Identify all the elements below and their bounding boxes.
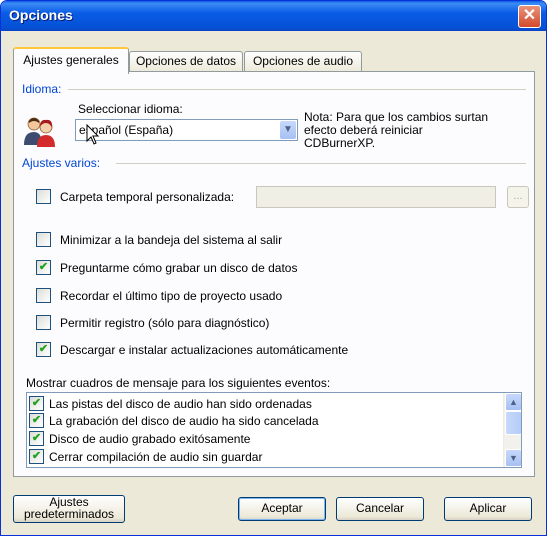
tab-data-options[interactable]: Opciones de datos: [129, 51, 243, 72]
users-icon: [24, 117, 55, 147]
misc-group-divider: [116, 163, 526, 164]
general-settings-panel: Idioma: Seleccionar idioma: español (Esp…: [13, 71, 535, 477]
list-item[interactable]: ✔ Disco de audio grabado exitósamente: [29, 431, 250, 448]
events-label: Mostrar cuadros de mensaje para los sigu…: [26, 376, 331, 390]
restore-defaults-label-line-2: predeterminados: [23, 507, 115, 521]
restart-note-line-3: CDBurnerXP.: [304, 136, 376, 150]
language-group-legend: Idioma:: [22, 82, 66, 96]
temp-folder-checkbox[interactable]: [36, 189, 51, 204]
event-checkbox[interactable]: ✔: [29, 431, 44, 447]
minimize-to-tray-checkbox[interactable]: [36, 232, 51, 247]
auto-update-label[interactable]: Descargar e instalar actualizaciones aut…: [60, 343, 348, 357]
restart-note-line-1: Nota: Para que los cambios surtan: [304, 110, 489, 124]
temp-folder-label: Carpeta temporal personalizada:: [60, 190, 235, 204]
events-scrollbar[interactable]: ▲ ▼: [503, 393, 521, 467]
temp-folder-path-input[interactable]: [256, 186, 496, 208]
language-group-divider: [68, 89, 526, 90]
list-item[interactable]: ✔ La grabación del disco de audio ha sido…: [29, 413, 319, 430]
ok-button[interactable]: Aceptar: [238, 497, 326, 521]
language-select[interactable]: español (España) ▼: [75, 119, 298, 141]
scrollbar-thumb[interactable]: [505, 411, 521, 435]
apply-button[interactable]: Aplicar: [444, 497, 532, 521]
event-checkbox[interactable]: ✔: [29, 413, 44, 429]
restore-defaults-button[interactable]: Ajustes predeterminados: [13, 495, 125, 523]
select-language-label: Seleccionar idioma:: [78, 102, 183, 116]
restart-note-line-2: efecto deberá reiniciar: [304, 123, 423, 137]
browse-folder-button[interactable]: ...: [507, 186, 529, 208]
list-item[interactable]: ✔ Las pistas del disco de audio han sido …: [29, 396, 312, 413]
close-icon: ✕: [522, 7, 537, 24]
ask-burn-data-disc-label[interactable]: Preguntarme cómo grabar un disco de dato…: [60, 261, 297, 275]
window-title: Opciones: [9, 7, 73, 23]
misc-group-legend: Ajustes varios:: [22, 156, 105, 170]
tab-general-settings[interactable]: Ajustes generales: [13, 47, 129, 74]
chevron-up-icon[interactable]: ▲: [505, 393, 521, 411]
remember-project-type-label[interactable]: Recordar el último tipo de proyecto usad…: [60, 289, 282, 303]
event-label: La grabación del disco de audio ha sido …: [49, 413, 319, 428]
remember-project-type-checkbox[interactable]: [36, 288, 51, 303]
allow-logging-label[interactable]: Permitir registro (sólo para diagnóstico…: [60, 316, 269, 330]
ask-burn-data-disc-checkbox[interactable]: ✔: [36, 260, 51, 275]
minimize-to-tray-label[interactable]: Minimizar a la bandeja del sistema al sa…: [60, 233, 282, 247]
event-checkbox[interactable]: ✔: [29, 396, 44, 412]
list-item[interactable]: ✔ Cerrar compilación de audio sin guardar: [29, 449, 262, 466]
event-label: Disco de audio grabado exitósamente: [49, 431, 251, 446]
event-label: Las pistas del disco de audio han sido o…: [49, 396, 312, 411]
title-bar[interactable]: Opciones ✕: [1, 1, 546, 31]
events-listbox[interactable]: ✔ Las pistas del disco de audio han sido …: [26, 392, 522, 468]
chevron-down-icon[interactable]: ▼: [280, 121, 296, 139]
auto-update-checkbox[interactable]: ✔: [36, 342, 51, 357]
chevron-down-icon[interactable]: ▼: [505, 449, 521, 467]
cancel-button[interactable]: Cancelar: [336, 497, 424, 521]
event-checkbox[interactable]: ✔: [29, 449, 44, 465]
close-button[interactable]: ✕: [518, 5, 541, 28]
tab-audio-options[interactable]: Opciones de audio: [244, 51, 362, 72]
mouse-cursor-icon: [86, 124, 100, 145]
options-dialog: Opciones ✕ Ajustes generales Opciones de…: [0, 0, 547, 536]
allow-logging-checkbox[interactable]: [36, 315, 51, 330]
event-label: Cerrar compilación de audio sin guardar: [49, 449, 263, 464]
